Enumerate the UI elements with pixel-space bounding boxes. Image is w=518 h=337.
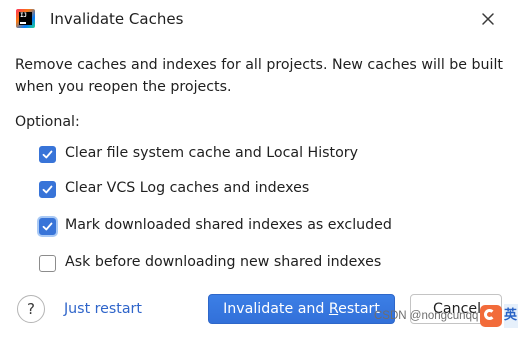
checkmark-icon xyxy=(42,222,53,231)
checkbox[interactable] xyxy=(39,146,56,163)
intellij-idea-icon: IJ xyxy=(16,9,35,28)
csdn-logo-icon xyxy=(480,305,502,327)
dialog-title: Invalidate Caches xyxy=(50,10,184,28)
optional-label: Optional: xyxy=(15,114,80,130)
help-icon: ? xyxy=(27,300,35,318)
checkmark-icon xyxy=(42,185,53,194)
button-mnemonic: R xyxy=(328,301,339,317)
invalidate-and-restart-button[interactable]: Invalidate and Restart xyxy=(208,294,395,324)
option-label: Mark downloaded shared indexes as exclud… xyxy=(65,217,392,233)
dialog-description: Remove caches and indexes for all projec… xyxy=(15,57,503,95)
help-button[interactable]: ? xyxy=(17,295,45,323)
checkbox[interactable] xyxy=(39,181,56,198)
just-restart-link[interactable]: Just restart xyxy=(64,301,142,317)
option-label: Clear file system cache and Local Histor… xyxy=(65,145,359,161)
option-label: Ask before downloading new shared indexe… xyxy=(65,254,382,270)
close-button[interactable] xyxy=(476,7,500,31)
checkbox[interactable] xyxy=(39,218,56,235)
watermark-text: CSDN @nongcunqq xyxy=(374,310,479,322)
invalidate-caches-dialog: IJ Invalidate Caches Remove caches and i… xyxy=(0,0,518,337)
button-label-part: Invalidate and xyxy=(223,301,329,317)
ime-indicator: 英 xyxy=(504,304,518,328)
option-label: Clear VCS Log caches and indexes xyxy=(65,180,310,196)
checkbox[interactable] xyxy=(39,255,56,272)
dialog-titlebar: IJ Invalidate Caches xyxy=(0,0,518,40)
checkmark-icon xyxy=(42,150,53,159)
close-icon xyxy=(482,13,494,25)
